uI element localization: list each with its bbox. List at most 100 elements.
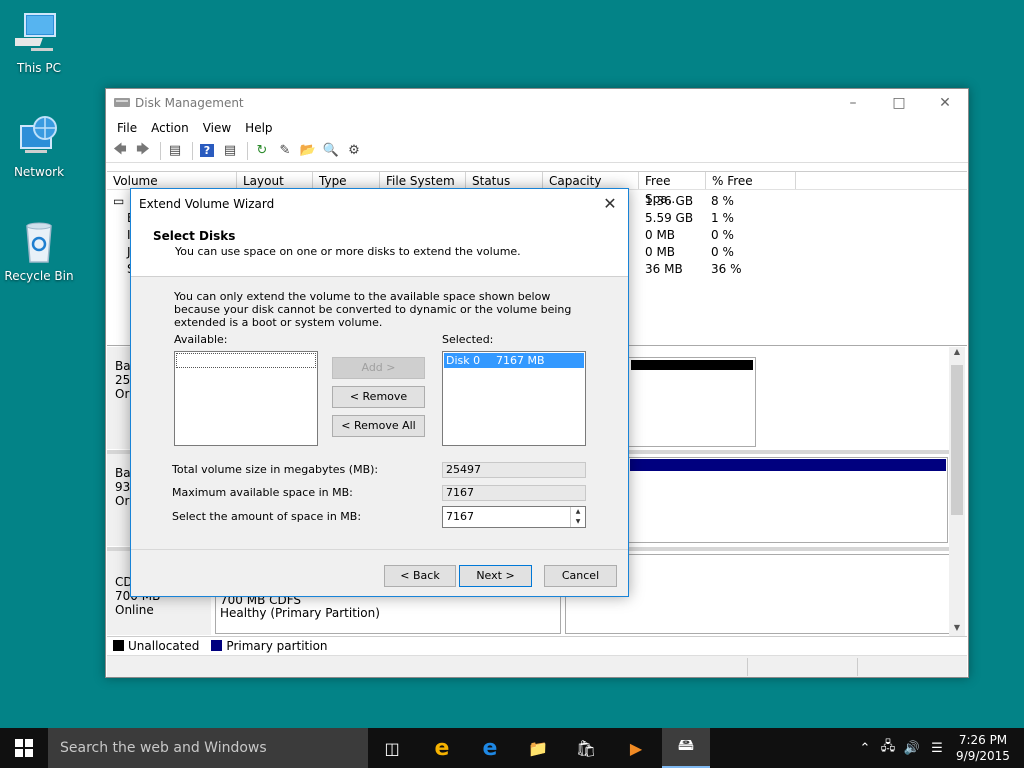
- legend: Unallocated Primary partition: [107, 636, 967, 654]
- action-center-icon[interactable]: ☰: [926, 728, 948, 768]
- next-button[interactable]: Next >: [459, 565, 532, 587]
- column-volume[interactable]: Volume: [107, 172, 237, 189]
- help-icon[interactable]: ?: [197, 142, 217, 160]
- show-hidden-icons-icon[interactable]: ⌃: [854, 728, 876, 768]
- row-percent-free: 1 %: [711, 211, 734, 225]
- settings-icon[interactable]: ⚙: [344, 142, 364, 160]
- column-layout[interactable]: Layout: [237, 172, 313, 189]
- available-disks-list[interactable]: [174, 351, 318, 446]
- wizard-body: You can only extend the volume to the av…: [131, 278, 628, 548]
- row-free-space: 36 MB: [645, 262, 683, 276]
- desktop-icon-label: Recycle Bin: [4, 269, 74, 283]
- column-percent-free[interactable]: % Free: [706, 172, 796, 189]
- selected-disk-item[interactable]: Disk 0 7167 MB: [444, 353, 584, 368]
- disk-management-taskbar-icon[interactable]: 🖴: [662, 728, 710, 768]
- row-free-space: 0 MB: [645, 245, 676, 259]
- network-status-icon[interactable]: 🖧: [876, 728, 900, 768]
- remove-all-button[interactable]: < Remove All: [332, 415, 425, 437]
- column-free-space[interactable]: Free Spa...: [639, 172, 706, 206]
- desktop-icon-this-pc[interactable]: This PC: [4, 10, 74, 75]
- internet-explorer-icon[interactable]: e: [418, 728, 466, 768]
- console-tree-icon[interactable]: ▤: [165, 142, 185, 160]
- cancel-button[interactable]: Cancel: [544, 565, 617, 587]
- column-status[interactable]: Status: [466, 172, 543, 189]
- total-size-field: 25497: [442, 462, 586, 478]
- wizard-header: Select Disks You can use space on one or…: [131, 219, 628, 277]
- amount-spinbox[interactable]: 7167 ▲ ▼: [442, 506, 586, 528]
- row-free-space: 5.59 GB: [645, 211, 694, 225]
- media-player-icon[interactable]: ▶: [612, 728, 660, 768]
- wizard-subheading: You can use space on one or more disks t…: [175, 245, 521, 258]
- spin-up-icon[interactable]: ▲: [571, 507, 585, 517]
- unallocated-swatch: [113, 640, 124, 651]
- row-percent-free: 0 %: [711, 245, 734, 259]
- total-size-label: Total volume size in megabytes (MB):: [172, 463, 379, 476]
- properties-icon[interactable]: ✎: [275, 142, 295, 160]
- recycle-bin-icon: [15, 218, 63, 266]
- legend-primary-partition: Primary partition: [226, 638, 328, 653]
- title-bar[interactable]: Disk Management – □ ✕: [106, 89, 968, 117]
- menu-view[interactable]: View: [196, 117, 238, 139]
- disk-0-partition[interactable]: [628, 357, 756, 447]
- partition-status: Healthy (Primary Partition): [220, 606, 380, 620]
- toolbar: 🡄 🡆 ▤ ? ▤ ↻ ✎ 📂 🔍 ⚙: [106, 139, 968, 163]
- status-bar: [107, 655, 967, 677]
- file-explorer-icon[interactable]: 📁: [514, 728, 562, 768]
- disk-view-scrollbar[interactable]: ▲ ▼: [949, 347, 965, 637]
- menu-action[interactable]: Action: [144, 117, 196, 139]
- row-free-space: 0 MB: [645, 228, 676, 242]
- column-file-system[interactable]: File System: [380, 172, 466, 189]
- computer-icon: [9, 10, 63, 58]
- store-icon[interactable]: 🛍: [562, 728, 610, 768]
- row-percent-free: 0 %: [711, 228, 734, 242]
- clock-time: 7:26 PM: [958, 733, 1008, 747]
- task-view-icon[interactable]: ◫: [368, 728, 416, 768]
- dialog-close-button[interactable]: ✕: [598, 192, 622, 216]
- max-space-label: Maximum available space in MB:: [172, 486, 353, 499]
- clock-date: 9/9/2015: [956, 749, 1010, 763]
- row-percent-free: 8 %: [711, 194, 734, 208]
- refresh-icon[interactable]: ↻: [252, 142, 272, 160]
- windows-logo-icon: [15, 739, 33, 757]
- back-button[interactable]: < Back: [384, 565, 456, 587]
- desktop-icon-network[interactable]: Network: [4, 114, 74, 179]
- maximize-button[interactable]: □: [876, 89, 922, 117]
- selected-label: Selected:: [442, 333, 494, 346]
- column-capacity[interactable]: Capacity: [543, 172, 639, 189]
- clock[interactable]: 7:26 PM 9/9/2015: [948, 732, 1018, 764]
- open-folder-icon[interactable]: 📂: [298, 142, 318, 160]
- amount-value[interactable]: 7167: [446, 510, 474, 523]
- menu-file[interactable]: File: [110, 117, 144, 139]
- legend-unallocated: Unallocated: [128, 638, 200, 653]
- remove-button[interactable]: < Remove: [332, 386, 425, 408]
- dialog-title-bar[interactable]: Extend Volume Wizard ✕: [131, 189, 628, 219]
- menu-bar: File Action View Help: [106, 117, 968, 139]
- forward-arrow-icon[interactable]: 🡆: [133, 142, 153, 160]
- desktop-icon-recycle-bin[interactable]: Recycle Bin: [4, 218, 74, 283]
- volume-icon[interactable]: 🔊: [900, 728, 924, 768]
- column-type[interactable]: Type: [313, 172, 380, 189]
- close-button[interactable]: ✕: [922, 89, 968, 117]
- taskbar: Search the web and Windows ◫ e e 📁 🛍 ▶ 🖴…: [0, 728, 1024, 768]
- network-icon: [15, 114, 63, 162]
- selected-disks-list[interactable]: Disk 0 7167 MB: [442, 351, 586, 446]
- action-pane-icon[interactable]: ▤: [220, 142, 240, 160]
- back-arrow-icon[interactable]: 🡄: [110, 142, 130, 160]
- search-icon[interactable]: 🔍: [321, 142, 341, 160]
- dialog-title: Extend Volume Wizard: [139, 197, 275, 211]
- desktop-icon-label: Network: [13, 165, 65, 179]
- disk-management-icon: [114, 98, 130, 107]
- minimize-button[interactable]: –: [830, 89, 876, 117]
- desktop-icon-label: This PC: [17, 61, 61, 75]
- info-note: You can only extend the volume to the av…: [174, 290, 572, 329]
- disk-1-partition[interactable]: [628, 457, 948, 543]
- menu-help[interactable]: Help: [238, 117, 279, 139]
- available-label: Available:: [174, 333, 228, 346]
- start-button[interactable]: [0, 728, 48, 768]
- row-free-space: 1.36 GB: [645, 194, 694, 208]
- extend-volume-wizard-dialog: Extend Volume Wizard ✕ Select Disks You …: [130, 188, 629, 597]
- edge-icon[interactable]: e: [466, 728, 514, 768]
- search-box[interactable]: Search the web and Windows: [48, 728, 368, 768]
- spin-down-icon[interactable]: ▼: [571, 517, 585, 527]
- add-button[interactable]: Add >: [332, 357, 425, 379]
